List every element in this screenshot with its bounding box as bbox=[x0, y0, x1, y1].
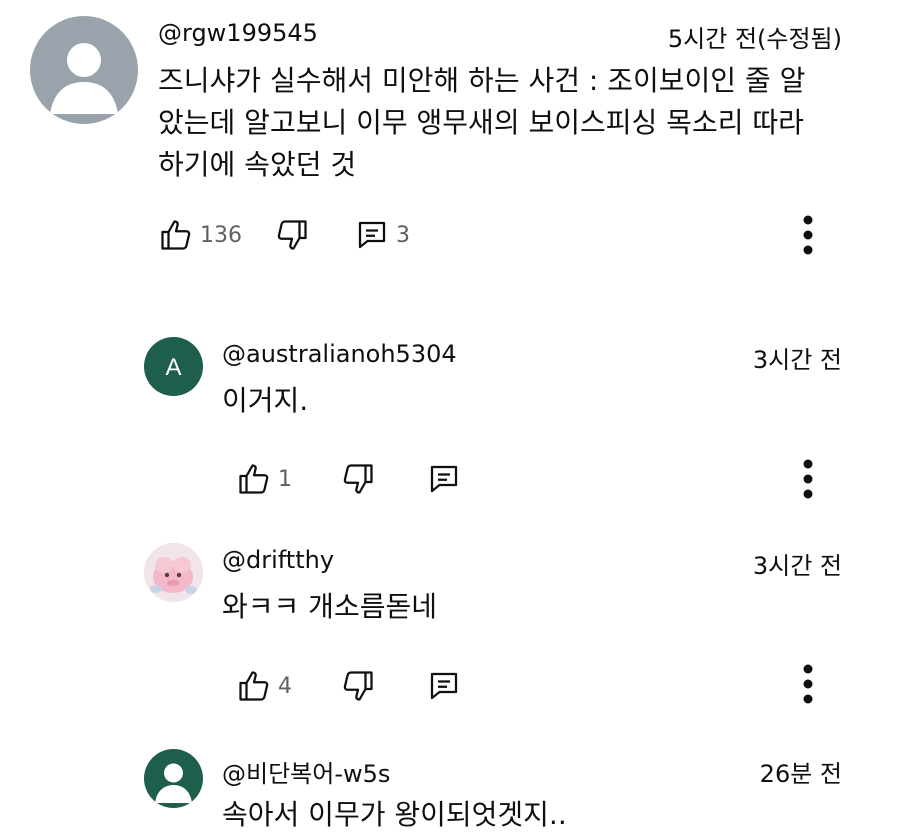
reply-button[interactable]: 3 bbox=[354, 213, 410, 257]
dislike-button[interactable] bbox=[340, 664, 376, 708]
reply-button[interactable] bbox=[426, 457, 462, 501]
dislike-button[interactable] bbox=[340, 457, 376, 501]
avatar[interactable] bbox=[30, 16, 138, 124]
like-count: 136 bbox=[200, 222, 242, 248]
comment-timestamp: 5시간 전(수정됨) bbox=[667, 25, 842, 53]
reply-author[interactable]: @비단복어-w5s bbox=[222, 754, 390, 789]
reply-comment-icon bbox=[430, 672, 458, 700]
like-button[interactable]: 4 bbox=[236, 664, 292, 708]
reply-button[interactable] bbox=[426, 664, 462, 708]
avatar[interactable] bbox=[144, 749, 203, 808]
comment-text-line: 즈니샤가 실수해서 미안해 하는 사건 : 조이보이인 줄 알 bbox=[158, 64, 806, 97]
reply-thread: @비단복어-w5s 26분 전 속아서 이무가 왕이되엇겟지.. bbox=[0, 732, 900, 837]
reply-timestamp: 3시간 전 bbox=[752, 552, 842, 580]
reply-text: 속아서 이무가 왕이되엇겟지.. bbox=[222, 798, 567, 831]
default-avatar-icon bbox=[50, 43, 118, 114]
comment-thread: @rgw199545 5시간 전(수정됨) 즈니샤가 실수해서 미안해 하는 사… bbox=[0, 0, 900, 300]
reply-text: 와ㅋㅋ 개소름돋네 bbox=[222, 590, 437, 623]
comment-author[interactable]: @rgw199545 bbox=[158, 19, 318, 47]
avatar[interactable]: A bbox=[144, 337, 203, 396]
more-options-button[interactable] bbox=[793, 457, 823, 501]
thumb-up-icon bbox=[239, 671, 269, 701]
reply-actions: 1 bbox=[222, 457, 822, 501]
reply-author[interactable]: @australianoh5304 bbox=[222, 340, 457, 368]
avatar[interactable] bbox=[144, 543, 203, 602]
thumb-up-icon bbox=[161, 220, 191, 250]
more-vert-icon bbox=[803, 664, 813, 704]
like-count: 4 bbox=[278, 673, 292, 699]
comment-text: 즈니샤가 실수해서 미안해 하는 사건 : 조이보이인 줄 알 았는데 알고보니… bbox=[158, 60, 805, 186]
reply-timestamp: 3시간 전 bbox=[752, 346, 842, 374]
comment-text-line: 하기에 속았던 것 bbox=[158, 148, 357, 181]
more-options-button[interactable] bbox=[793, 213, 823, 257]
reply-text: 이거지. bbox=[222, 384, 309, 417]
reply-author[interactable]: @driftthy bbox=[222, 546, 334, 574]
reply-actions: 4 bbox=[222, 664, 822, 708]
default-avatar-icon bbox=[155, 763, 192, 803]
thumb-down-icon bbox=[343, 464, 373, 494]
reply-comment-icon bbox=[430, 465, 458, 493]
reply-comment-icon bbox=[358, 221, 386, 249]
thumb-up-icon bbox=[239, 464, 269, 494]
thumb-down-icon bbox=[343, 671, 373, 701]
thumb-down-icon bbox=[277, 220, 307, 250]
dislike-button[interactable] bbox=[274, 213, 310, 257]
avatar-letter: A bbox=[165, 354, 181, 381]
reply-count: 3 bbox=[396, 222, 410, 248]
more-vert-icon bbox=[803, 459, 813, 499]
like-button[interactable]: 1 bbox=[236, 457, 292, 501]
comment-actions: 136 3 bbox=[158, 213, 858, 257]
letter-avatar-icon: A bbox=[165, 354, 181, 381]
profile-photo-icon bbox=[144, 543, 203, 602]
like-button[interactable]: 136 bbox=[158, 213, 242, 257]
reply-thread: A @australianoh5304 3시간 전 이거지. 1 bbox=[0, 320, 900, 520]
more-vert-icon bbox=[803, 215, 813, 255]
reply-timestamp: 26분 전 bbox=[759, 760, 842, 788]
like-count: 1 bbox=[278, 466, 292, 492]
more-options-button[interactable] bbox=[793, 662, 823, 706]
reply-thread: @driftthy 3시간 전 와ㅋㅋ 개소름돋네 4 bbox=[0, 526, 900, 726]
comment-text-line: 았는데 알고보니 이무 앵무새의 보이스피싱 목소리 따라 bbox=[158, 106, 804, 139]
